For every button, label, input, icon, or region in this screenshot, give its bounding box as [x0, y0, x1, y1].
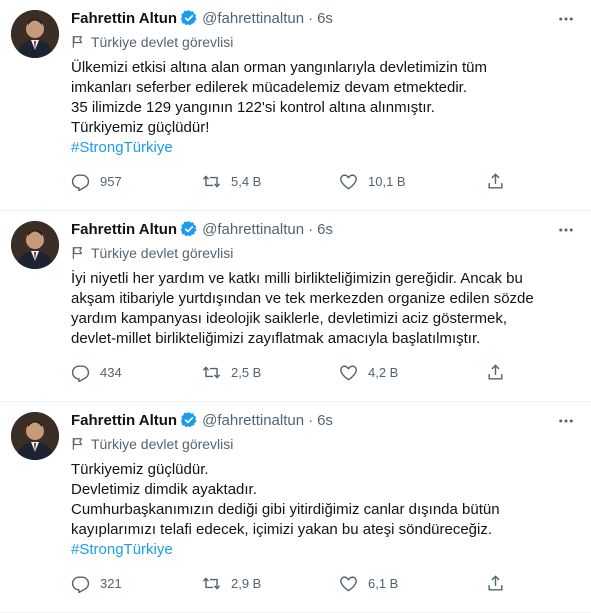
tweet-text-line: İyi niyetli her yardım ve katkı milli bi…: [71, 270, 523, 287]
account-label[interactable]: Türkiye devlet görevlisi: [91, 436, 233, 452]
share-button[interactable]: [486, 363, 505, 382]
tweet-text-line: Cumhurbaşkanımızın dediği gibi yitirdiği…: [71, 501, 500, 518]
like-heart-icon: [340, 575, 357, 591]
tweet[interactable]: Fahrettin Altun @fahrettinaltun · 6s Tür…: [0, 402, 591, 613]
retweet-count: 2,9 B: [231, 575, 262, 591]
hashtag-link[interactable]: #StrongTürkiye: [71, 138, 575, 158]
tweet-text: Türkiyemiz güçlüdür. Devletimiz dimdik a…: [71, 460, 575, 560]
reply-button[interactable]: 321: [71, 574, 202, 593]
retweet-button[interactable]: 2,9 B: [202, 574, 339, 593]
share-button[interactable]: [486, 574, 505, 593]
retweet-count: 5,4 B: [231, 173, 262, 189]
tweet-text-line: imkanları seferber edilerek mücadelemiz …: [71, 79, 467, 96]
retweet-count: 2,5 B: [231, 364, 262, 380]
tweet-text-line: 35 ilimizde 129 yangının 122'si kontrol …: [71, 99, 435, 116]
government-flag-icon: [72, 247, 83, 259]
retweet-button[interactable]: 2,5 B: [202, 363, 339, 382]
timestamp[interactable]: 6s: [317, 412, 333, 429]
author-handle[interactable]: @fahrettinaltun: [202, 412, 304, 429]
separator-dot: ·: [308, 220, 314, 238]
like-count: 6,1 B: [368, 575, 399, 591]
verified-badge-icon: [180, 220, 198, 238]
like-button[interactable]: 10,1 B: [339, 172, 486, 191]
reply-count: 321: [100, 575, 122, 591]
author-name[interactable]: Fahrettin Altun: [71, 10, 177, 27]
timestamp[interactable]: 6s: [317, 10, 333, 27]
like-count: 10,1 B: [368, 173, 406, 189]
author-name[interactable]: Fahrettin Altun: [71, 412, 177, 429]
government-flag-icon: [72, 438, 83, 450]
author-name[interactable]: Fahrettin Altun: [71, 221, 177, 238]
tweet[interactable]: Fahrettin Altun @fahrettinaltun · 6s Tür…: [0, 0, 591, 211]
hashtag-link[interactable]: #StrongTürkiye: [71, 540, 575, 560]
share-icon: [488, 363, 503, 380]
like-heart-icon: [340, 173, 357, 189]
reply-icon: [71, 173, 90, 191]
share-icon: [488, 574, 503, 591]
author-handle[interactable]: @fahrettinaltun: [202, 10, 304, 27]
more-options-icon[interactable]: [557, 412, 575, 430]
tweet-text-line: kayıplarımızı telafi edecek, içimizi yak…: [71, 521, 493, 538]
share-button[interactable]: [486, 172, 505, 191]
tweet-text-line: Ülkemizi etkisi altına alan orman yangın…: [71, 59, 488, 76]
like-button[interactable]: 4,2 B: [339, 363, 486, 382]
tweet-text-line: Türkiyemiz güçlüdür.: [71, 461, 209, 478]
retweet-button[interactable]: 5,4 B: [202, 172, 339, 191]
tweet-text: İyi niyetli her yardım ve katkı milli bi…: [71, 269, 575, 349]
like-button[interactable]: 6,1 B: [339, 574, 486, 593]
reply-icon: [71, 364, 90, 382]
reply-button[interactable]: 957: [71, 172, 202, 191]
avatar[interactable]: [11, 412, 59, 460]
tweet-text-line: yardım kampanyası ideolojik saiklerle, d…: [71, 310, 507, 327]
share-icon: [488, 172, 503, 189]
reply-count: 957: [100, 173, 122, 189]
retweet-icon: [202, 365, 221, 379]
tweet-text-line: devlet-millet birlikteliğimizi zayıflatm…: [71, 330, 481, 347]
retweet-icon: [202, 576, 221, 590]
verified-badge-icon: [180, 9, 198, 27]
verified-badge-icon: [180, 411, 198, 429]
author-handle[interactable]: @fahrettinaltun: [202, 221, 304, 238]
reply-count: 434: [100, 364, 122, 380]
account-label[interactable]: Türkiye devlet görevlisi: [91, 245, 233, 261]
like-heart-icon: [340, 364, 357, 380]
timestamp[interactable]: 6s: [317, 221, 333, 238]
tweet-text-line: Devletimiz dimdik ayaktadır.: [71, 481, 257, 498]
reply-button[interactable]: 434: [71, 363, 202, 382]
avatar[interactable]: [11, 221, 59, 269]
separator-dot: ·: [308, 9, 314, 27]
retweet-icon: [202, 174, 221, 188]
tweet-text-line: Türkiyemiz güçlüdür!: [71, 119, 210, 136]
account-label[interactable]: Türkiye devlet görevlisi: [91, 34, 233, 50]
reply-icon: [71, 575, 90, 593]
more-options-icon[interactable]: [557, 10, 575, 28]
tweet-text-line: akşam itibariyle yurtdışından ve tek mer…: [71, 290, 534, 307]
separator-dot: ·: [308, 411, 314, 429]
tweet[interactable]: Fahrettin Altun @fahrettinaltun · 6s Tür…: [0, 211, 591, 402]
more-options-icon[interactable]: [557, 221, 575, 239]
tweet-text: Ülkemizi etkisi altına alan orman yangın…: [71, 58, 575, 158]
like-count: 4,2 B: [368, 364, 399, 380]
government-flag-icon: [72, 36, 83, 48]
avatar[interactable]: [11, 10, 59, 58]
